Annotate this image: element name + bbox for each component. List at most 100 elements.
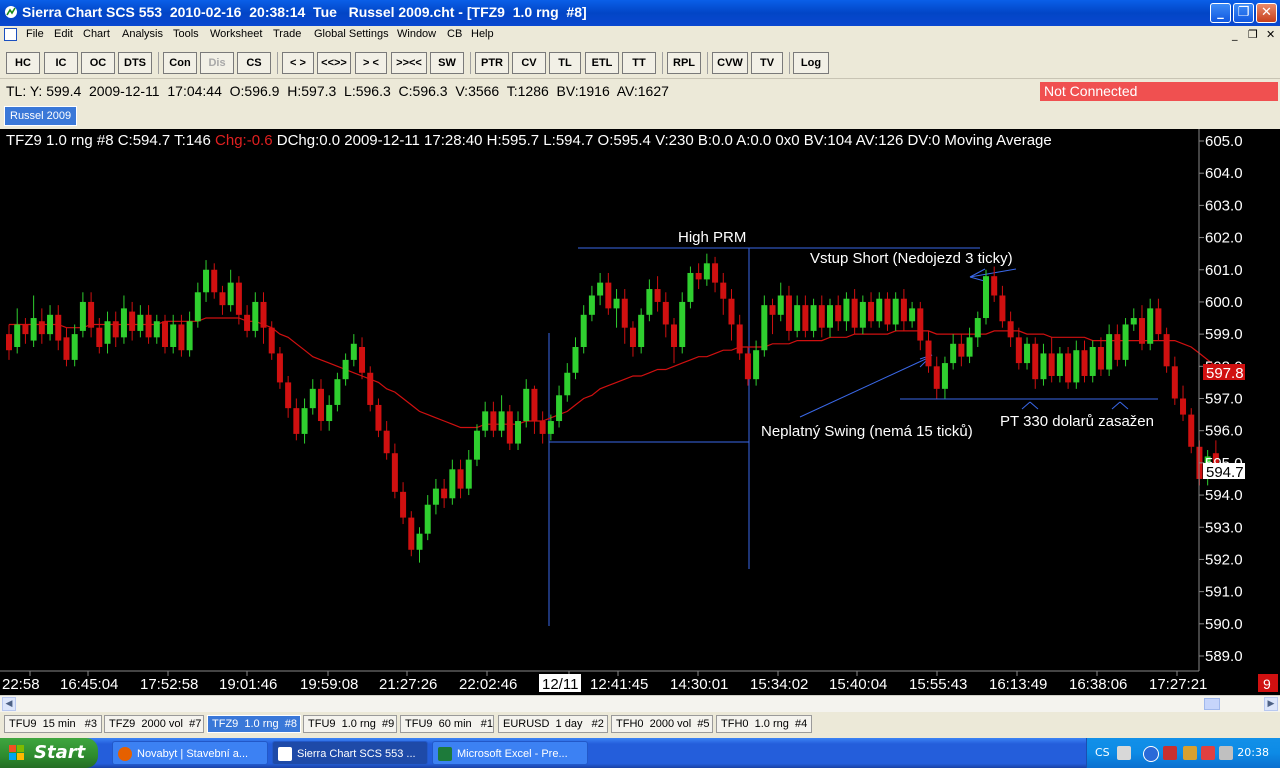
- candle-body: [293, 408, 300, 434]
- start-button[interactable]: Start: [0, 738, 98, 768]
- chart-tab-8[interactable]: TFH0 1.0 rng #4: [716, 715, 812, 733]
- candle-body: [818, 305, 825, 328]
- task-sierra-chart[interactable]: Sierra Chart SCS 553 ...: [272, 741, 428, 765]
- mdi-close-button[interactable]: ✕: [1266, 28, 1275, 41]
- candle-body: [547, 421, 554, 434]
- zoom-in-button[interactable]: > <: [355, 52, 387, 74]
- cv-button[interactable]: CV: [512, 52, 546, 74]
- sw-button[interactable]: SW: [430, 52, 464, 74]
- task-firefox[interactable]: Novabyt | Stavební a...: [112, 741, 268, 765]
- chart-tab-6[interactable]: EURUSD 1 day #2: [498, 715, 608, 733]
- scroll-left-icon[interactable]: ◀: [2, 697, 16, 711]
- candle-body: [802, 305, 809, 331]
- menu-file[interactable]: File: [26, 28, 44, 40]
- scroll-out-button[interactable]: <<>>: [317, 52, 351, 74]
- cvw-button[interactable]: CVW: [712, 52, 748, 74]
- document-icon[interactable]: [4, 28, 17, 41]
- price-chart[interactable]: 605.0604.0603.0602.0601.0600.0599.0598.0…: [0, 129, 1280, 695]
- tl-button[interactable]: TL: [549, 52, 581, 74]
- log-button[interactable]: Log: [793, 52, 829, 74]
- candle-body: [6, 334, 12, 351]
- pt-arrow-left[interactable]: [1021, 401, 1031, 410]
- chart-canvas[interactable]: 605.0604.0603.0602.0601.0600.0599.0598.0…: [0, 129, 1280, 695]
- zoom-in-more-button[interactable]: >><<: [391, 52, 427, 74]
- pt-arrow-left[interactable]: [1029, 401, 1039, 410]
- chart-header-prefix: TFZ9 1.0 rng #8 C:594.7 T:146: [6, 132, 215, 149]
- monitor-icon[interactable]: [1163, 746, 1177, 760]
- toolbar-separator: [470, 52, 471, 74]
- tt-button[interactable]: TT: [622, 52, 656, 74]
- chart-tab-1[interactable]: TFU9 15 min #3: [4, 715, 102, 733]
- candle-body: [219, 292, 226, 306]
- dts-button[interactable]: DTS: [118, 52, 152, 74]
- annotation-vstup-short[interactable]: Vstup Short (Nedojezd 3 ticky): [810, 250, 1013, 267]
- menu-analysis[interactable]: Analysis: [122, 28, 163, 40]
- chart-tab-5[interactable]: TFU9 60 min #1: [400, 715, 494, 733]
- con-button[interactable]: Con: [163, 52, 197, 74]
- chart-tab-2[interactable]: TFZ9 2000 vol #7: [104, 715, 204, 733]
- swing-arrow-line[interactable]: [799, 356, 931, 418]
- back-icon[interactable]: [1143, 746, 1159, 762]
- pt-arrow-right[interactable]: [1111, 401, 1121, 410]
- menu-cb[interactable]: CB: [447, 28, 462, 40]
- corner-value: 9: [1263, 676, 1271, 692]
- mdi-minimize-button[interactable]: _: [1232, 28, 1238, 41]
- connection-status[interactable]: Not Connected: [1040, 82, 1278, 101]
- hc-button[interactable]: HC: [6, 52, 40, 74]
- speaker-icon[interactable]: [1219, 746, 1233, 760]
- ic-button[interactable]: IC: [44, 52, 78, 74]
- security-icon[interactable]: [1183, 746, 1197, 760]
- candle-body: [432, 488, 439, 505]
- menu-worksheet[interactable]: Worksheet: [210, 28, 262, 40]
- cs-button[interactable]: CS: [237, 52, 271, 74]
- rpl-button[interactable]: RPL: [667, 52, 701, 74]
- candle-body: [63, 337, 70, 360]
- flag-icon[interactable]: [1201, 746, 1215, 760]
- minimize-button[interactable]: _: [1210, 3, 1231, 23]
- annotation-neplatny-swing[interactable]: Neplatný Swing (nemá 15 ticků): [761, 423, 973, 440]
- etl-button[interactable]: ETL: [585, 52, 619, 74]
- task-excel[interactable]: Microsoft Excel - Pre...: [432, 741, 588, 765]
- scroll-both-button[interactable]: < >: [282, 52, 314, 74]
- keyboard-icon[interactable]: [1117, 746, 1131, 760]
- candle-body: [235, 282, 242, 315]
- ptr-button[interactable]: PTR: [475, 52, 509, 74]
- time-label: 19:01:46: [219, 676, 277, 693]
- language-indicator[interactable]: CS: [1095, 746, 1110, 759]
- annotation-pt-target[interactable]: PT 330 dolarů zasažen: [1000, 413, 1154, 430]
- start-label: Start: [34, 742, 86, 763]
- horizontal-scrollbar[interactable]: ◀ ▶: [0, 695, 1280, 712]
- oc-button[interactable]: OC: [81, 52, 115, 74]
- clock[interactable]: 20:38: [1237, 746, 1269, 759]
- menu-trade[interactable]: Trade: [273, 28, 301, 40]
- chart-tab-7[interactable]: TFH0 2000 vol #5: [611, 715, 713, 733]
- chart-tab-4[interactable]: TFU9 1.0 rng #9: [303, 715, 397, 733]
- close-button[interactable]: ✕: [1256, 3, 1277, 23]
- annotation-high-prm[interactable]: High PRM: [678, 229, 746, 246]
- menu-edit[interactable]: Edit: [54, 28, 73, 40]
- candle-body: [112, 321, 119, 338]
- candle-body: [1163, 334, 1170, 367]
- chart-header-change: Chg:-0.6: [215, 132, 273, 149]
- scroll-right-icon[interactable]: ▶: [1264, 697, 1278, 711]
- chartbook-tab[interactable]: Russel 2009: [4, 106, 78, 126]
- menu-global-settings[interactable]: Global Settings: [314, 28, 389, 40]
- menu-chart[interactable]: Chart: [83, 28, 110, 40]
- candle-body: [876, 298, 883, 322]
- candle-body: [597, 282, 604, 296]
- pt-arrow-right[interactable]: [1119, 401, 1129, 410]
- menu-window[interactable]: Window: [397, 28, 436, 40]
- candle-body: [326, 404, 333, 422]
- chart-header: TFZ9 1.0 rng #8 C:594.7 T:146 Chg:-0.6 D…: [6, 132, 1052, 149]
- tv-button[interactable]: TV: [751, 52, 783, 74]
- tool-info-text: TL: Y: 599.4 2009-12-11 17:04:44 O:596.9…: [6, 83, 669, 99]
- maximize-button[interactable]: ❐: [1233, 3, 1254, 23]
- time-label: 22:58: [2, 676, 40, 693]
- chart-tab-3[interactable]: TFZ9 1.0 rng #8: [207, 715, 301, 733]
- mdi-restore-button[interactable]: ❐: [1248, 28, 1258, 41]
- menu-help[interactable]: Help: [471, 28, 494, 40]
- scroll-thumb[interactable]: [1204, 698, 1220, 710]
- candle-body: [1081, 350, 1088, 376]
- price-label: 601.0: [1205, 262, 1243, 279]
- menu-tools[interactable]: Tools: [173, 28, 199, 40]
